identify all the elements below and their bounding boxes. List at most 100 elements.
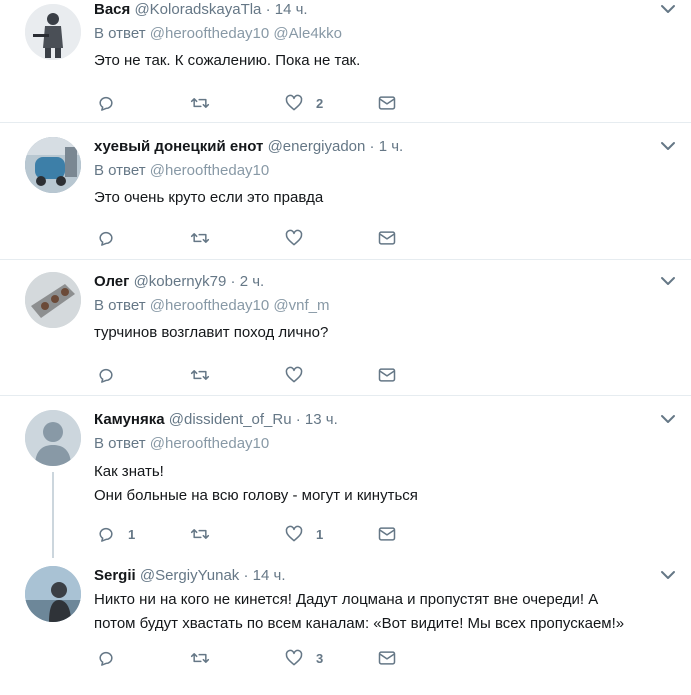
chevron-down-icon[interactable] bbox=[659, 272, 677, 290]
timestamp[interactable]: 14 ч. bbox=[275, 1, 308, 18]
timestamp[interactable]: 13 ч. bbox=[305, 411, 338, 428]
user-name[interactable]: хуевый донецкий енот bbox=[94, 138, 263, 155]
like-button[interactable] bbox=[284, 227, 316, 249]
default-avatar-icon bbox=[25, 410, 81, 466]
retweet-button[interactable] bbox=[190, 647, 222, 669]
reply-button[interactable] bbox=[96, 92, 128, 114]
user-name[interactable]: Олег bbox=[94, 273, 129, 290]
message-button[interactable] bbox=[377, 523, 397, 545]
timestamp[interactable]: 1 ч. bbox=[379, 138, 404, 155]
like-icon bbox=[285, 649, 303, 666]
reply-mention[interactable]: @herooftheday10 bbox=[150, 297, 269, 314]
message-button[interactable] bbox=[377, 92, 397, 114]
tweet-text: Никто ни на кого не кинется! Дадут лоцма… bbox=[94, 588, 671, 636]
timestamp[interactable]: 14 ч. bbox=[253, 567, 286, 584]
tweet-5[interactable]: Sergii @SergiyYunak · 14 ч. Никто ни на … bbox=[0, 558, 691, 695]
tweet-text: Это очень круто если это правда bbox=[94, 187, 671, 209]
user-handle[interactable]: @SergiyYunak bbox=[140, 567, 239, 584]
reply-context: В ответ @herooftheday10 bbox=[94, 434, 671, 454]
retweet-button[interactable] bbox=[190, 92, 222, 114]
like-button[interactable]: 3 bbox=[284, 647, 323, 669]
retweet-icon bbox=[190, 98, 210, 108]
like-icon bbox=[285, 94, 303, 111]
chevron-down-icon[interactable] bbox=[659, 0, 677, 18]
tweet-text-line: Как знать! bbox=[94, 463, 164, 480]
message-icon bbox=[378, 96, 396, 110]
avatar[interactable] bbox=[25, 410, 81, 466]
reply-icon bbox=[99, 527, 113, 542]
tweet-header: хуевый донецкий енот @energiyadon · 1 ч. bbox=[94, 138, 404, 155]
message-icon bbox=[378, 527, 396, 541]
reply-icon bbox=[99, 368, 113, 383]
like-count: 3 bbox=[316, 650, 324, 666]
user-handle[interactable]: @dissident_of_Ru bbox=[169, 411, 292, 428]
reply-context: В ответ @herooftheday10 bbox=[94, 161, 671, 181]
timestamp[interactable]: 2 ч. bbox=[240, 273, 265, 290]
tweet-text-line: Они больные на всю голову - могут и кину… bbox=[94, 487, 418, 504]
retweet-button[interactable] bbox=[190, 227, 222, 249]
like-count: 2 bbox=[316, 95, 324, 111]
tweet-4[interactable]: Камуняка @dissident_of_Ru · 13 ч. В отве… bbox=[0, 396, 691, 558]
user-name[interactable]: Sergii bbox=[94, 567, 136, 584]
tweet-header: Олег @kobernyk79 · 2 ч. bbox=[94, 273, 265, 290]
tweet-text: Это не так. К сожалению. Пока не так. bbox=[94, 50, 671, 72]
chevron-down-icon[interactable] bbox=[659, 566, 677, 584]
like-icon bbox=[285, 366, 303, 383]
message-button[interactable] bbox=[377, 227, 397, 249]
tweet-text-line: потом будут хвастать по всем каналам: «В… bbox=[94, 615, 625, 632]
avatar[interactable] bbox=[25, 272, 81, 328]
like-button[interactable]: 2 bbox=[284, 92, 323, 114]
tweet-2[interactable]: хуевый донецкий енот @energiyadon · 1 ч.… bbox=[0, 123, 691, 260]
like-icon bbox=[285, 229, 303, 246]
reply-button[interactable] bbox=[96, 227, 128, 249]
message-button[interactable] bbox=[377, 364, 397, 386]
avatar[interactable] bbox=[25, 137, 81, 193]
reply-button[interactable] bbox=[96, 647, 128, 669]
retweet-button[interactable] bbox=[190, 364, 222, 386]
retweet-icon bbox=[190, 653, 210, 663]
reply-context: В ответ @herooftheday10 @Ale4kko bbox=[94, 24, 671, 44]
user-name[interactable]: Камуняка bbox=[94, 411, 165, 428]
reply-button[interactable]: 1 bbox=[96, 523, 135, 545]
tweet-text-line: Это не так. К сожалению. Пока не так. bbox=[94, 52, 361, 69]
like-button[interactable]: 1 bbox=[284, 523, 323, 545]
reply-icon bbox=[99, 96, 113, 111]
reply-count: 1 bbox=[128, 526, 136, 542]
like-count: 1 bbox=[316, 526, 324, 542]
reply-icon bbox=[99, 651, 113, 666]
reply-context: В ответ @herooftheday10 @vnf_m bbox=[94, 296, 671, 316]
user-handle[interactable]: @KoloradskayaTla bbox=[134, 1, 261, 18]
reply-mention[interactable]: @herooftheday10 bbox=[150, 435, 269, 452]
chevron-down-icon[interactable] bbox=[659, 410, 677, 428]
chevron-down-icon[interactable] bbox=[659, 137, 677, 155]
user-name[interactable]: Вася bbox=[94, 1, 130, 18]
retweet-button[interactable] bbox=[190, 523, 222, 545]
message-icon bbox=[378, 231, 396, 245]
reply-mention[interactable]: @Ale4kko bbox=[273, 25, 342, 42]
reply-button[interactable] bbox=[96, 364, 128, 386]
thread-line bbox=[52, 472, 54, 558]
like-icon bbox=[285, 525, 303, 542]
retweet-icon bbox=[190, 529, 210, 539]
user-handle[interactable]: @energiyadon bbox=[268, 138, 366, 155]
reply-mention[interactable]: @vnf_m bbox=[273, 297, 329, 314]
message-icon bbox=[378, 651, 396, 665]
message-button[interactable] bbox=[377, 647, 397, 669]
reply-prefix: В ответ bbox=[94, 297, 146, 314]
reply-mention[interactable]: @herooftheday10 bbox=[150, 162, 269, 179]
tweet-header: Камуняка @dissident_of_Ru · 13 ч. bbox=[94, 411, 338, 428]
like-button[interactable] bbox=[284, 364, 316, 386]
tweet-text-line: турчинов возглавит поход лично? bbox=[94, 324, 329, 341]
avatar[interactable] bbox=[25, 566, 81, 622]
tweet-text: турчинов возглавит поход лично? bbox=[94, 322, 671, 344]
user-handle[interactable]: @kobernyk79 bbox=[134, 273, 227, 290]
reply-mention[interactable]: @herooftheday10 bbox=[150, 25, 269, 42]
avatar[interactable] bbox=[25, 4, 81, 60]
tweet-3[interactable]: Олег @kobernyk79 · 2 ч. В ответ @herooft… bbox=[0, 260, 691, 396]
tweet-text-line: Это очень круто если это правда bbox=[94, 189, 324, 206]
reply-prefix: В ответ bbox=[94, 435, 146, 452]
tweet-text-line: Никто ни на кого не кинется! Дадут лоцма… bbox=[94, 591, 599, 608]
reply-prefix: В ответ bbox=[94, 162, 146, 179]
reply-icon bbox=[99, 231, 113, 246]
tweet-1[interactable]: Вася @KoloradskayaTla · 14 ч. В ответ @h… bbox=[0, 0, 691, 123]
